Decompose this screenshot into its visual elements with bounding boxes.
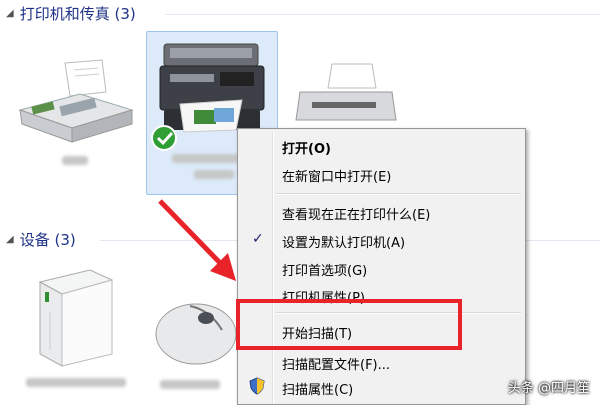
collapse-arrow-icon[interactable]: ◢: [6, 234, 14, 245]
mouse-icon: [155, 303, 237, 365]
devices-section-title: 设备 (3): [19, 230, 76, 249]
watermark-text: 头条 @四月笙: [507, 381, 590, 396]
fax-device[interactable]: [10, 58, 140, 178]
menu-item-printing-preferences[interactable]: 打印首选项(G): [282, 260, 367, 279]
menu-item-set-default-printer[interactable]: 设置为默认打印机(A): [282, 232, 405, 251]
fax-device-label: [62, 156, 88, 165]
computer-device[interactable]: [20, 262, 140, 400]
context-menu: 打开(O) 在新窗口中打开(E) 查看现在正在打印什么(E) ✓ 设置为默认打印…: [237, 128, 526, 405]
menu-item-see-printing[interactable]: 查看现在正在打印什么(E): [282, 204, 430, 223]
section-divider: [165, 14, 600, 15]
printers-section-title: 打印机和传真 (3): [19, 4, 136, 23]
printer-icon: [295, 63, 397, 121]
menu-item-scan-profiles[interactable]: 扫描配置文件(F)...: [282, 354, 390, 373]
shield-icon: [249, 377, 265, 395]
collapse-arrow-icon[interactable]: ◢: [6, 8, 14, 19]
computer-tower-icon: [38, 269, 114, 367]
menu-item-scan-properties[interactable]: 扫描属性(C): [282, 379, 353, 398]
computer-device-label: [26, 378, 126, 387]
highlight-box: [236, 299, 462, 350]
mouse-device[interactable]: [150, 290, 250, 400]
annotation-arrow: [158, 199, 236, 281]
printers-section-header[interactable]: ◢ 打印机和传真 (3): [0, 2, 600, 24]
menu-item-open-new-window[interactable]: 在新窗口中打开(E): [282, 166, 391, 185]
fax-icon: [18, 59, 134, 143]
menu-icon-gutter: [272, 131, 274, 404]
menu-separator: [276, 193, 521, 195]
menu-item-open[interactable]: 打开(O): [282, 138, 331, 157]
check-icon: ✓: [252, 231, 264, 247]
default-printer-label-line2: [194, 170, 234, 179]
mouse-device-label: [160, 380, 220, 389]
